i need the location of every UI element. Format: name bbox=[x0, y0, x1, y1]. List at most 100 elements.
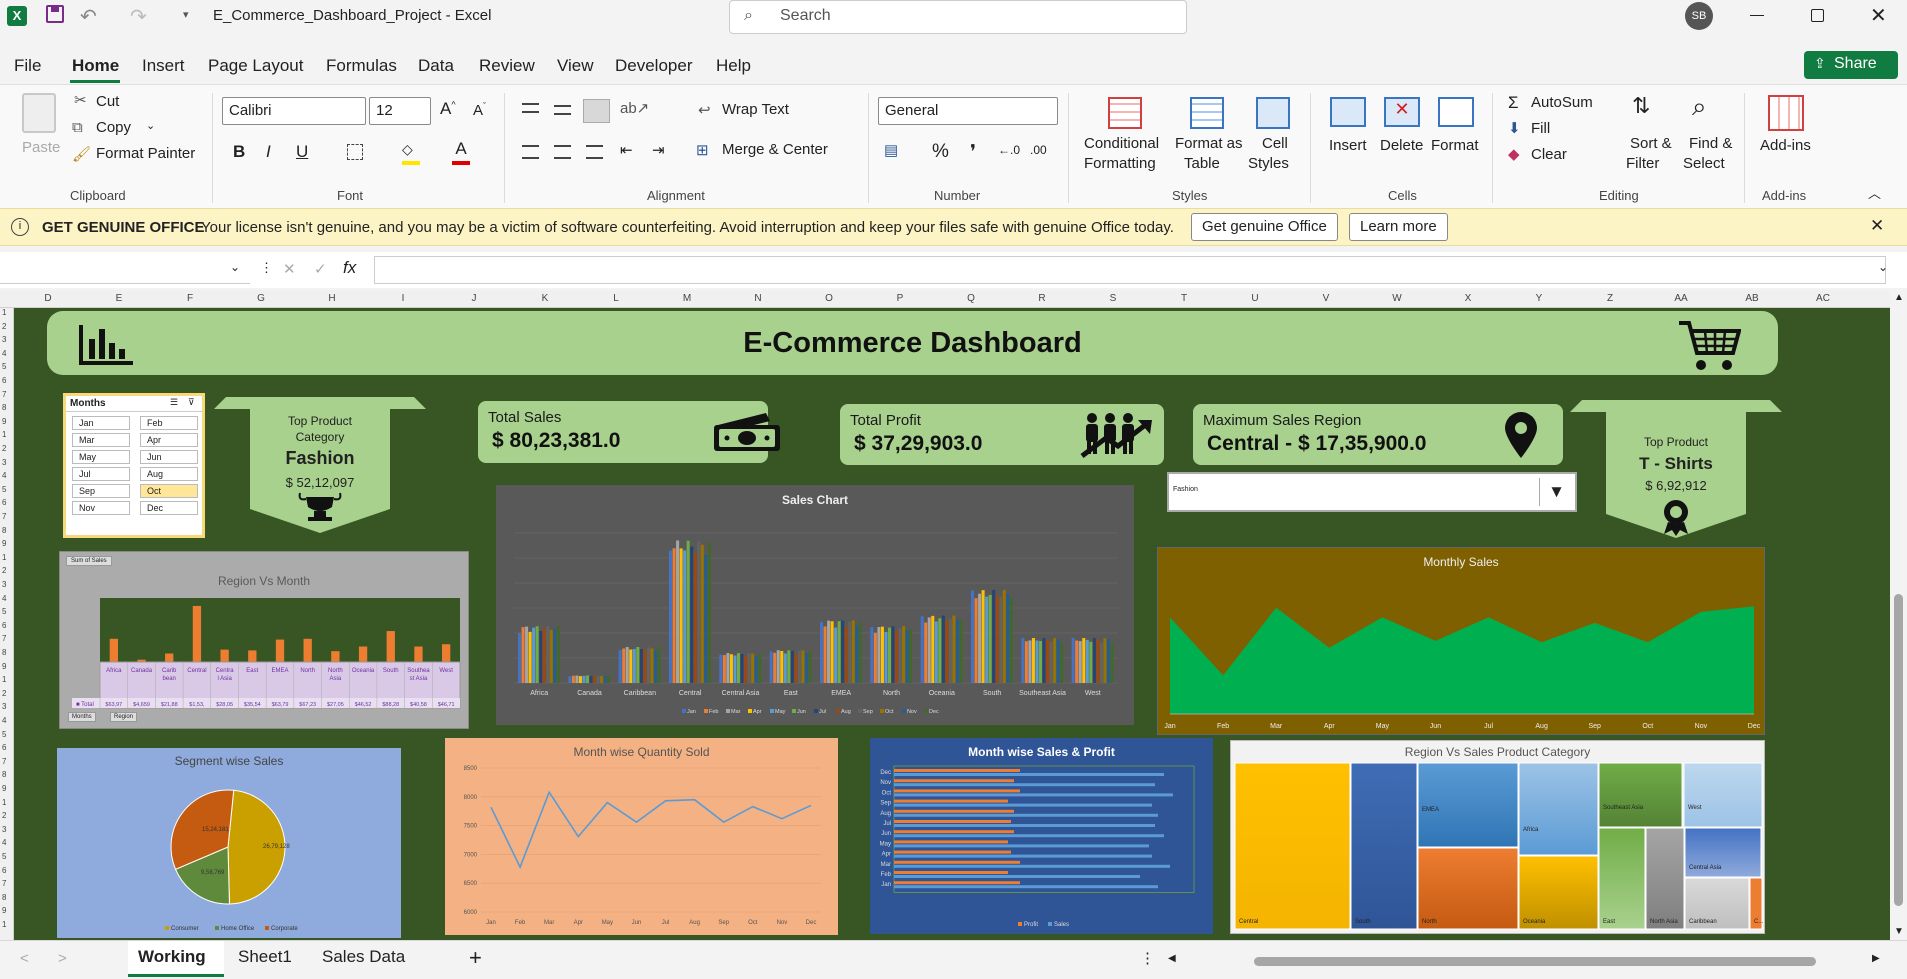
column-header[interactable]: Y bbox=[1532, 293, 1546, 304]
cut-button[interactable]: Cut bbox=[96, 93, 119, 110]
row-header[interactable]: 5 bbox=[2, 362, 6, 371]
tab-options-icon[interactable]: ⋮ bbox=[1140, 949, 1155, 967]
decrease-font-icon[interactable]: Aˇ bbox=[473, 101, 486, 119]
sort-filter-icon[interactable]: ⇅ bbox=[1632, 93, 1650, 119]
name-box-dropdown-icon[interactable]: ⌄ bbox=[230, 260, 240, 274]
menu-insert[interactable]: Insert bbox=[142, 56, 185, 76]
sort-filter-label[interactable]: Sort & bbox=[1630, 135, 1672, 152]
sales-profit-chart[interactable]: Month wise Sales & Profit Dec Nov Oct Sep Au… bbox=[870, 738, 1213, 934]
column-header[interactable]: I bbox=[396, 293, 410, 304]
segment-sales-chart[interactable]: Segment wise Sales 26,79,128 9,58,769 15,2… bbox=[57, 748, 401, 938]
align-center-icon[interactable] bbox=[554, 145, 571, 159]
column-header[interactable]: D bbox=[41, 293, 55, 304]
fill-button[interactable]: Fill bbox=[1531, 120, 1550, 137]
slicer-item-oct[interactable]: Oct bbox=[140, 484, 198, 498]
row-header[interactable]: 8 bbox=[2, 770, 6, 779]
scroll-up-icon[interactable]: ▲ bbox=[1894, 292, 1904, 303]
copy-button[interactable]: Copy bbox=[96, 119, 131, 136]
row-header[interactable]: 7 bbox=[2, 512, 6, 521]
column-header[interactable]: E bbox=[112, 293, 126, 304]
menu-review[interactable]: Review bbox=[479, 56, 535, 76]
autosum-button[interactable]: AutoSum bbox=[1531, 94, 1593, 111]
copy-icon[interactable]: ⧉ bbox=[72, 119, 83, 136]
cell-styles-label[interactable]: Cell bbox=[1262, 135, 1288, 152]
column-header[interactable]: W bbox=[1390, 293, 1404, 304]
find-select-label-2[interactable]: Select bbox=[1683, 155, 1725, 172]
copy-dropdown-icon[interactable]: ⌄ bbox=[146, 119, 155, 132]
pivot-months-button[interactable]: Months bbox=[68, 712, 96, 722]
column-header[interactable]: AA bbox=[1674, 293, 1688, 304]
pivot-region-button[interactable]: Region bbox=[110, 712, 138, 722]
row-header[interactable]: 8 bbox=[2, 648, 6, 657]
insert-cells-label[interactable]: Insert bbox=[1329, 137, 1367, 154]
conditional-formatting-label-2[interactable]: Formatting bbox=[1084, 155, 1156, 172]
column-header[interactable]: R bbox=[1035, 293, 1049, 304]
search-box[interactable]: ⌕ Search bbox=[729, 0, 1187, 34]
column-header[interactable]: AC bbox=[1816, 293, 1830, 304]
formula-input[interactable] bbox=[374, 256, 1886, 284]
comma-button[interactable]: ❜ bbox=[970, 141, 976, 164]
horizontal-scrollbar[interactable] bbox=[1254, 957, 1816, 966]
increase-decimal-icon[interactable]: ←.0 bbox=[998, 143, 1020, 157]
font-size-combo[interactable]: 12 bbox=[369, 97, 431, 125]
row-header[interactable]: 3 bbox=[2, 580, 6, 589]
column-header[interactable]: X bbox=[1461, 293, 1475, 304]
row-header[interactable]: 9 bbox=[2, 417, 6, 426]
row-header[interactable]: 1 bbox=[2, 430, 6, 439]
row-header[interactable]: 6 bbox=[2, 498, 6, 507]
column-header[interactable]: S bbox=[1106, 293, 1120, 304]
row-header[interactable]: 8 bbox=[2, 526, 6, 535]
row-header[interactable]: 5 bbox=[2, 730, 6, 739]
row-header[interactable]: 2 bbox=[2, 322, 6, 331]
row-header[interactable]: 3 bbox=[2, 825, 6, 834]
row-header[interactable]: 7 bbox=[2, 634, 6, 643]
align-top-icon[interactable] bbox=[522, 103, 539, 113]
row-header[interactable]: 8 bbox=[2, 893, 6, 902]
slicer-item-dec[interactable]: Dec bbox=[140, 501, 198, 515]
column-header[interactable]: L bbox=[609, 293, 623, 304]
prev-sheet-icon[interactable]: < bbox=[20, 950, 29, 967]
format-as-table-icon[interactable] bbox=[1190, 97, 1224, 129]
row-header[interactable]: 5 bbox=[2, 485, 6, 494]
insert-function-icon[interactable]: fx bbox=[343, 258, 356, 278]
conditional-formatting-label[interactable]: Conditional bbox=[1084, 135, 1159, 152]
row-header[interactable]: 8 bbox=[2, 403, 6, 412]
row-header[interactable]: 7 bbox=[2, 757, 6, 766]
sales-chart[interactable]: Sales Chart Africa Canada Caribbean Central… bbox=[496, 485, 1134, 725]
share-button[interactable]: ⇪ Share bbox=[1804, 51, 1898, 79]
row-header[interactable]: 9 bbox=[2, 662, 6, 671]
sort-filter-label-2[interactable]: Filter bbox=[1626, 155, 1659, 172]
restore-icon[interactable] bbox=[1811, 9, 1824, 22]
row-header[interactable]: 5 bbox=[2, 852, 6, 861]
row-header[interactable]: 6 bbox=[2, 743, 6, 752]
scroll-thumb[interactable] bbox=[1894, 594, 1903, 906]
format-cells-icon[interactable] bbox=[1438, 97, 1474, 127]
conditional-formatting-icon[interactable] bbox=[1108, 97, 1142, 129]
menu-file[interactable]: File bbox=[14, 56, 41, 76]
row-header[interactable]: 1 bbox=[2, 798, 6, 807]
borders-icon[interactable] bbox=[347, 144, 363, 160]
menu-developer[interactable]: Developer bbox=[615, 56, 693, 76]
column-header[interactable]: Z bbox=[1603, 293, 1617, 304]
column-header[interactable]: P bbox=[893, 293, 907, 304]
find-select-icon[interactable]: ⌕ bbox=[1692, 91, 1707, 123]
row-header[interactable]: 1 bbox=[2, 675, 6, 684]
slicer-item-nov[interactable]: Nov bbox=[72, 501, 130, 515]
undo-icon[interactable]: ↶ bbox=[80, 4, 97, 29]
addins-button[interactable]: Add-ins bbox=[1760, 137, 1811, 154]
row-header[interactable]: 9 bbox=[2, 906, 6, 915]
format-painter-button[interactable]: Format Painter bbox=[96, 145, 195, 162]
get-genuine-button[interactable]: Get genuine Office bbox=[1191, 213, 1338, 241]
clear-button[interactable]: Clear bbox=[1531, 146, 1567, 163]
decrease-indent-icon[interactable]: ⇤ bbox=[620, 141, 633, 159]
column-header[interactable]: Q bbox=[964, 293, 978, 304]
minimize-icon[interactable] bbox=[1750, 15, 1764, 16]
delete-cells-label[interactable]: Delete bbox=[1380, 137, 1423, 154]
merge-center-icon[interactable]: ⊞ bbox=[696, 141, 709, 159]
column-header[interactable]: V bbox=[1319, 293, 1333, 304]
column-header[interactable]: G bbox=[254, 293, 268, 304]
column-header[interactable]: J bbox=[467, 293, 481, 304]
underline-button[interactable]: U bbox=[296, 142, 308, 162]
row-header[interactable]: 3 bbox=[2, 335, 6, 344]
slicer-item-feb[interactable]: Feb bbox=[140, 416, 198, 430]
